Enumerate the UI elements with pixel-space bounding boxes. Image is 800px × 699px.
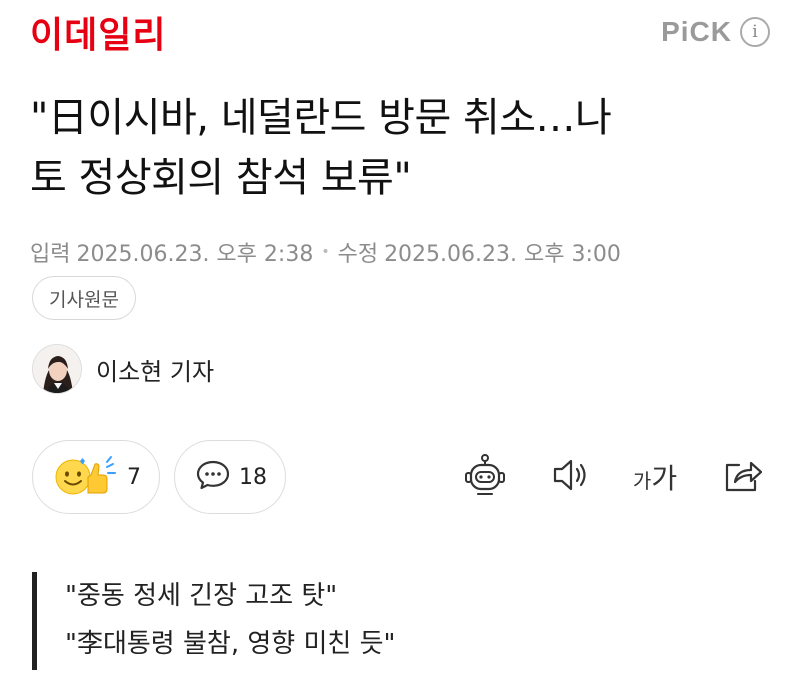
pick-badge[interactable]: PiCK i <box>661 16 770 48</box>
original-article-button[interactable]: 기사원문 <box>32 276 136 320</box>
comment-count: 18 <box>239 464 267 490</box>
comment-button[interactable]: 18 <box>174 440 286 514</box>
share-button[interactable] <box>718 452 768 502</box>
speaker-icon <box>549 455 593 499</box>
subheading-2: "李대통령 불참, 영향 미친 듯" <box>65 629 396 659</box>
info-icon[interactable]: i <box>740 17 770 47</box>
headline-line-1: "日이시바, 네덜란드 방문 취소…나 <box>30 95 612 141</box>
font-small-glyph: 가 <box>632 469 652 493</box>
listen-audio-button[interactable] <box>546 452 596 502</box>
article-timestamps: 입력 2025.06.23. 오후 2:38 • 수정 2025.06.23. … <box>30 236 621 268</box>
share-icon <box>721 455 765 499</box>
headline-line-2: 토 정상회의 참석 보류" <box>30 155 412 201</box>
modified-label: 수정 <box>337 242 379 267</box>
publisher-logo[interactable]: 이데일리 <box>30 12 166 60</box>
pick-label: PiCK <box>661 16 732 47</box>
article-headline: "日이시바, 네덜란드 방문 취소…나 토 정상회의 참석 보류" <box>30 88 775 208</box>
smile-thumbs-up-icon <box>53 453 119 501</box>
avatar-portrait <box>33 345 81 393</box>
author-row[interactable]: 이소현 기자 <box>32 344 214 394</box>
meta-separator: • <box>321 244 330 260</box>
like-count: 7 <box>127 464 141 490</box>
top-bar: 이데일리 PiCK i <box>0 0 800 72</box>
comment-bubble-icon <box>195 458 231 496</box>
like-reaction-button[interactable]: 7 <box>32 440 160 514</box>
article-subheadings: "중동 정세 긴장 고조 탓" "李대통령 불참, 영향 미친 듯" <box>32 572 395 670</box>
author-avatar[interactable] <box>32 344 82 394</box>
font-size-button[interactable]: 가가 <box>630 452 680 502</box>
font-size-icon: 가가 <box>633 457 677 497</box>
modified-time: 2025.06.23. 오후 3:00 <box>384 242 621 267</box>
author-name[interactable]: 이소현 기자 <box>96 352 214 387</box>
ai-summary-button[interactable] <box>460 452 510 502</box>
font-large-glyph: 가 <box>651 462 678 495</box>
robot-icon <box>462 452 508 502</box>
published-time: 2025.06.23. 오후 2:38 <box>76 242 314 267</box>
published-label: 입력 <box>30 242 71 267</box>
subheading-1: "중동 정세 긴장 고조 탓" <box>65 581 338 611</box>
